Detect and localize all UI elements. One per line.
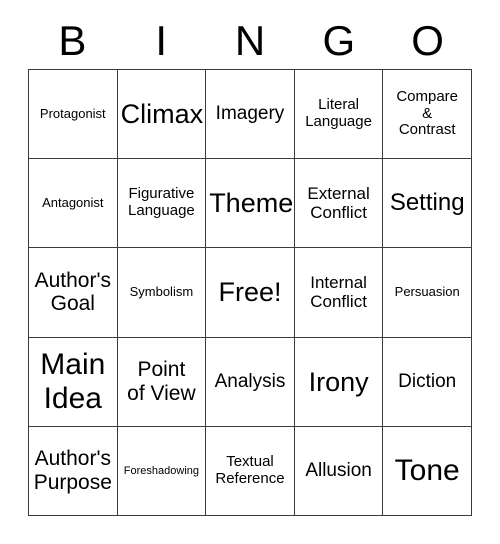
bingo-cell-r4c5[interactable]: Diction xyxy=(383,337,472,427)
bingo-header-letter-3: N xyxy=(234,17,266,64)
bingo-header-row: BINGO xyxy=(28,14,472,68)
bingo-cell-label: Symbolism xyxy=(129,284,194,300)
bingo-cell-label: Author's Purpose xyxy=(33,447,112,494)
bingo-cell-r3c2[interactable]: Symbolism xyxy=(117,248,207,338)
bingo-cell-r4c3[interactable]: Analysis xyxy=(206,337,295,427)
bingo-cell-r3c1[interactable]: Author's Goal xyxy=(29,248,118,338)
bingo-cell-r5c2[interactable]: Foreshadowing xyxy=(117,426,207,516)
bingo-cell-r5c1[interactable]: Author's Purpose xyxy=(29,426,118,516)
bingo-cell-r3c4[interactable]: Internal Conflict xyxy=(294,248,384,338)
bingo-cell-label: Tone xyxy=(394,454,460,488)
bingo-cell-label: Irony xyxy=(308,366,369,397)
bingo-cell-r5c4[interactable]: Allusion xyxy=(294,426,384,516)
bingo-cell-r1c1[interactable]: Protagonist xyxy=(29,70,118,160)
bingo-cell-label: Figurative Language xyxy=(128,185,195,220)
bingo-cell-label: Point of View xyxy=(127,358,196,405)
bingo-cell-r2c1[interactable]: Antagonist xyxy=(29,159,118,249)
bingo-cell-r1c5[interactable]: Compare & Contrast xyxy=(383,70,472,160)
bingo-cell-label: Internal Conflict xyxy=(310,273,367,312)
bingo-cell-label: Theme xyxy=(209,188,294,219)
bingo-cell-label: Climax xyxy=(120,98,204,129)
bingo-cell-label: Persuasion xyxy=(394,284,460,300)
bingo-cell-label: Foreshadowing xyxy=(123,464,199,477)
bingo-cell-r2c4[interactable]: External Conflict xyxy=(294,159,384,249)
bingo-cell-label: Literal Language xyxy=(305,96,372,131)
bingo-header-letter-4: G xyxy=(322,17,356,64)
bingo-cell-r2c2[interactable]: Figurative Language xyxy=(117,159,207,249)
bingo-cell-r5c5[interactable]: Tone xyxy=(383,426,472,516)
bingo-cell-r4c4[interactable]: Irony xyxy=(294,337,384,427)
bingo-cell-label: Compare & Contrast xyxy=(396,87,459,139)
bingo-cell-label: Diction xyxy=(398,371,457,393)
bingo-free-space[interactable]: Free! xyxy=(206,248,295,338)
bingo-grid: Protagonist Climax Imagery Literal Language… xyxy=(28,69,472,516)
bingo-cell-r2c5[interactable]: Setting xyxy=(383,159,472,249)
bingo-header-letter-2: I xyxy=(155,17,168,64)
bingo-cell-label: Textual Reference xyxy=(215,453,285,487)
bingo-cell-label: Setting xyxy=(389,188,465,216)
bingo-cell-label: Analysis xyxy=(214,371,286,393)
bingo-cell-label: Free! xyxy=(218,277,282,308)
bingo-cell-r1c3[interactable]: Imagery xyxy=(206,70,295,160)
bingo-cell-label: Imagery xyxy=(215,103,285,125)
bingo-header-letter-5: O xyxy=(411,17,444,64)
bingo-cell-label: Author's Goal xyxy=(34,268,111,316)
bingo-cell-r3c5[interactable]: Persuasion xyxy=(383,248,472,338)
bingo-cell-label: Protagonist xyxy=(39,105,106,121)
bingo-cell-label: Main Idea xyxy=(40,348,106,415)
bingo-cell-label: External Conflict xyxy=(307,184,370,223)
bingo-cell-label: Antagonist xyxy=(42,195,104,211)
bingo-cell-r2c3[interactable]: Theme xyxy=(206,159,295,249)
bingo-cell-r1c4[interactable]: Literal Language xyxy=(294,70,384,160)
bingo-card: B I N G O Protagonist Climax Imagery Literal La… xyxy=(0,0,500,544)
bingo-header-letter-1: B xyxy=(58,17,87,64)
bingo-cell-label: Allusion xyxy=(305,460,372,482)
bingo-cell-r1c2[interactable]: Climax xyxy=(117,70,207,160)
bingo-cell-r4c1[interactable]: Main Idea xyxy=(29,337,118,427)
bingo-cell-r5c3[interactable]: Textual Reference xyxy=(206,426,295,516)
bingo-cell-r4c2[interactable]: Point of View xyxy=(117,337,207,427)
